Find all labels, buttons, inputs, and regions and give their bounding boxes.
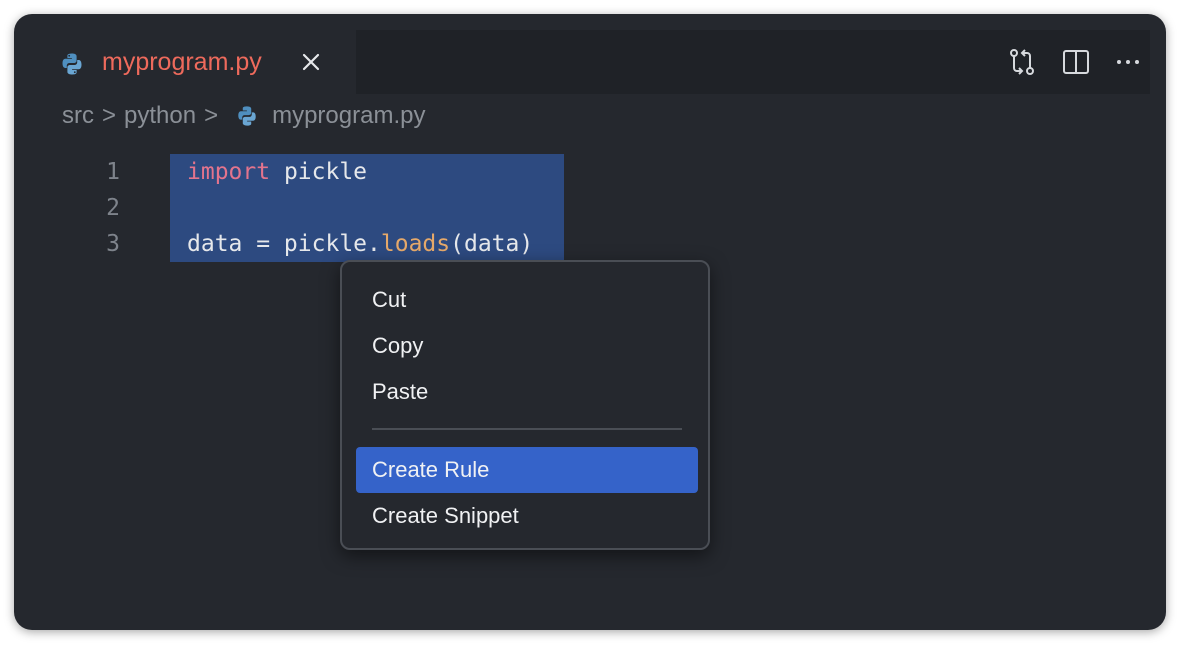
- tab-bar: myprogram.py: [30, 30, 1150, 94]
- menu-divider: [372, 428, 682, 430]
- code-text[interactable]: import pickle: [187, 154, 367, 190]
- keyword-token: import: [187, 159, 271, 185]
- breadcrumb-item-python[interactable]: python: [124, 102, 196, 130]
- breadcrumb-separator: >: [204, 102, 219, 129]
- breadcrumb-item-src[interactable]: src: [62, 102, 94, 130]
- breadcrumb-item-file[interactable]: myprogram.py: [272, 102, 425, 130]
- context-menu: Cut Copy Paste Create Rule Create Snippe…: [340, 260, 710, 550]
- editor-window: myprogram.py src > python > myprogram.py…: [14, 14, 1166, 630]
- line-number: 2: [106, 195, 120, 221]
- split-editor-icon[interactable]: [1060, 46, 1092, 78]
- plain-token: pickle: [270, 159, 368, 185]
- python-icon: [62, 53, 82, 75]
- python-icon: [238, 106, 256, 126]
- menu-item-copy[interactable]: Copy: [356, 323, 698, 369]
- close-icon[interactable]: [298, 49, 324, 75]
- menu-item-create-rule[interactable]: Create Rule: [356, 447, 698, 493]
- compare-changes-icon[interactable]: [1006, 46, 1038, 78]
- code-text[interactable]: data = pickle.loads(data): [187, 226, 533, 262]
- menu-item-create-snippet[interactable]: Create Snippet: [356, 493, 698, 539]
- code-editor[interactable]: 1 import pickle 2 3 data = pickle.loads(…: [14, 152, 1166, 272]
- menu-item-cut[interactable]: Cut: [356, 277, 698, 323]
- line-number: 1: [106, 159, 120, 185]
- breadcrumb-separator: >: [102, 102, 117, 129]
- more-actions-icon[interactable]: [1112, 46, 1144, 78]
- code-line: 2: [14, 190, 1166, 226]
- code-line: 3 data = pickle.loads(data): [14, 226, 1166, 262]
- breadcrumb: src > python > myprogram.py: [62, 100, 425, 132]
- code-line: 1 import pickle: [14, 154, 1166, 190]
- tab-myprogram[interactable]: myprogram.py: [30, 30, 356, 94]
- plain-token: (data): [450, 231, 534, 257]
- line-number: 3: [106, 231, 120, 257]
- plain-token: data = pickle.: [187, 231, 381, 257]
- menu-item-paste[interactable]: Paste: [356, 369, 698, 415]
- tab-title: myprogram.py: [102, 48, 262, 76]
- function-token: loads: [380, 231, 451, 257]
